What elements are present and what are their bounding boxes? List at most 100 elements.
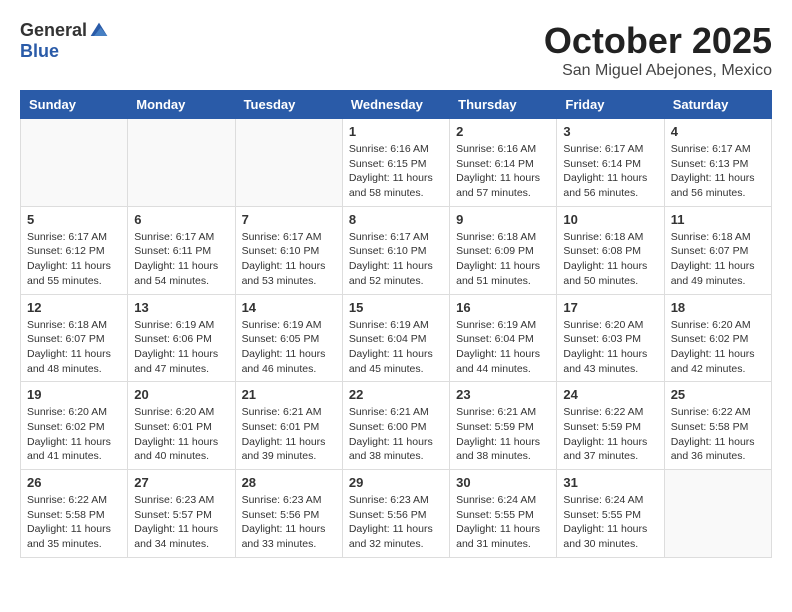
day-info: Sunrise: 6:19 AM Sunset: 6:06 PM Dayligh… [134, 318, 228, 377]
day-info: Sunrise: 6:18 AM Sunset: 6:09 PM Dayligh… [456, 230, 550, 289]
day-number: 24 [563, 387, 657, 402]
calendar-cell: 10 Sunrise: 6:18 AM Sunset: 6:08 PM Dayli… [557, 206, 664, 294]
day-info: Sunrise: 6:21 AM Sunset: 6:00 PM Dayligh… [349, 405, 443, 464]
calendar-cell [21, 119, 128, 207]
week-row-3: 12Sunrise: 6:18 AM Sunset: 6:07 PM Dayli… [21, 294, 772, 382]
calendar-cell: 21 Sunrise: 6:21 AM Sunset: 6:01 PM Dayli… [235, 382, 342, 470]
calendar-cell: 22 Sunrise: 6:21 AM Sunset: 6:00 PM Dayli… [342, 382, 449, 470]
day-info: Sunrise: 6:17 AM Sunset: 6:14 PM Dayligh… [563, 142, 657, 201]
calendar-cell: 5Sunrise: 6:17 AM Sunset: 6:12 PM Daylig… [21, 206, 128, 294]
day-info: Sunrise: 6:20 AM Sunset: 6:02 PM Dayligh… [671, 318, 765, 377]
day-number: 14 [242, 300, 336, 315]
day-info: Sunrise: 6:22 AM Sunset: 5:59 PM Dayligh… [563, 405, 657, 464]
day-info: Sunrise: 6:22 AM Sunset: 5:58 PM Dayligh… [671, 405, 765, 464]
day-info: Sunrise: 6:19 AM Sunset: 6:05 PM Dayligh… [242, 318, 336, 377]
day-number: 18 [671, 300, 765, 315]
day-info: Sunrise: 6:20 AM Sunset: 6:02 PM Dayligh… [27, 405, 121, 464]
logo-blue-text: Blue [20, 41, 59, 62]
day-info: Sunrise: 6:17 AM Sunset: 6:12 PM Dayligh… [27, 230, 121, 289]
day-info: Sunrise: 6:16 AM Sunset: 6:15 PM Dayligh… [349, 142, 443, 201]
day-number: 2 [456, 124, 550, 139]
day-number: 7 [242, 212, 336, 227]
day-info: Sunrise: 6:17 AM Sunset: 6:10 PM Dayligh… [242, 230, 336, 289]
day-number: 10 [563, 212, 657, 227]
calendar-cell: 15 Sunrise: 6:19 AM Sunset: 6:04 PM Dayli… [342, 294, 449, 382]
calendar-cell: 3 Sunrise: 6:17 AM Sunset: 6:14 PM Daylig… [557, 119, 664, 207]
calendar-cell [235, 119, 342, 207]
day-info: Sunrise: 6:16 AM Sunset: 6:14 PM Dayligh… [456, 142, 550, 201]
day-info: Sunrise: 6:23 AM Sunset: 5:56 PM Dayligh… [349, 493, 443, 552]
day-info: Sunrise: 6:20 AM Sunset: 6:03 PM Dayligh… [563, 318, 657, 377]
day-number: 3 [563, 124, 657, 139]
day-number: 15 [349, 300, 443, 315]
calendar-cell: 4Sunrise: 6:17 AM Sunset: 6:13 PM Daylig… [664, 119, 771, 207]
day-number: 17 [563, 300, 657, 315]
day-number: 21 [242, 387, 336, 402]
day-number: 8 [349, 212, 443, 227]
calendar-cell [664, 470, 771, 558]
week-row-5: 26Sunrise: 6:22 AM Sunset: 5:58 PM Dayli… [21, 470, 772, 558]
calendar-header-thursday: Thursday [450, 91, 557, 119]
calendar-cell: 9 Sunrise: 6:18 AM Sunset: 6:09 PM Daylig… [450, 206, 557, 294]
calendar-cell: 12Sunrise: 6:18 AM Sunset: 6:07 PM Dayli… [21, 294, 128, 382]
calendar-cell: 19 Sunrise: 6:20 AM Sunset: 6:02 PM Dayli… [21, 382, 128, 470]
logo-icon [89, 21, 109, 41]
day-number: 28 [242, 475, 336, 490]
month-title: October 2025 [544, 20, 772, 62]
day-info: Sunrise: 6:20 AM Sunset: 6:01 PM Dayligh… [134, 405, 228, 464]
logo: General Blue [20, 20, 109, 62]
day-info: Sunrise: 6:17 AM Sunset: 6:11 PM Dayligh… [134, 230, 228, 289]
day-info: Sunrise: 6:24 AM Sunset: 5:55 PM Dayligh… [563, 493, 657, 552]
calendar-cell [128, 119, 235, 207]
week-row-4: 19 Sunrise: 6:20 AM Sunset: 6:02 PM Dayli… [21, 382, 772, 470]
calendar-cell: 31 Sunrise: 6:24 AM Sunset: 5:55 PM Dayli… [557, 470, 664, 558]
day-number: 30 [456, 475, 550, 490]
calendar-cell: 28 Sunrise: 6:23 AM Sunset: 5:56 PM Dayli… [235, 470, 342, 558]
calendar-header-friday: Friday [557, 91, 664, 119]
day-info: Sunrise: 6:18 AM Sunset: 6:08 PM Dayligh… [563, 230, 657, 289]
calendar-cell: 24 Sunrise: 6:22 AM Sunset: 5:59 PM Dayli… [557, 382, 664, 470]
week-row-1: 1 Sunrise: 6:16 AM Sunset: 6:15 PM Daylig… [21, 119, 772, 207]
day-number: 31 [563, 475, 657, 490]
day-info: Sunrise: 6:22 AM Sunset: 5:58 PM Dayligh… [27, 493, 121, 552]
calendar-cell: 6 Sunrise: 6:17 AM Sunset: 6:11 PM Daylig… [128, 206, 235, 294]
day-number: 20 [134, 387, 228, 402]
calendar-header-sunday: Sunday [21, 91, 128, 119]
calendar-table: SundayMondayTuesdayWednesdayThursdayFrid… [20, 90, 772, 558]
day-info: Sunrise: 6:21 AM Sunset: 5:59 PM Dayligh… [456, 405, 550, 464]
day-number: 4 [671, 124, 765, 139]
day-number: 25 [671, 387, 765, 402]
calendar-cell: 14 Sunrise: 6:19 AM Sunset: 6:05 PM Dayli… [235, 294, 342, 382]
calendar-header-monday: Monday [128, 91, 235, 119]
day-info: Sunrise: 6:21 AM Sunset: 6:01 PM Dayligh… [242, 405, 336, 464]
day-number: 22 [349, 387, 443, 402]
calendar-cell: 2 Sunrise: 6:16 AM Sunset: 6:14 PM Daylig… [450, 119, 557, 207]
day-number: 6 [134, 212, 228, 227]
day-number: 11 [671, 212, 765, 227]
calendar-cell: 23 Sunrise: 6:21 AM Sunset: 5:59 PM Dayli… [450, 382, 557, 470]
week-row-2: 5Sunrise: 6:17 AM Sunset: 6:12 PM Daylig… [21, 206, 772, 294]
day-number: 23 [456, 387, 550, 402]
day-info: Sunrise: 6:19 AM Sunset: 6:04 PM Dayligh… [349, 318, 443, 377]
day-number: 16 [456, 300, 550, 315]
day-info: Sunrise: 6:19 AM Sunset: 6:04 PM Dayligh… [456, 318, 550, 377]
day-number: 19 [27, 387, 121, 402]
calendar-cell: 29Sunrise: 6:23 AM Sunset: 5:56 PM Dayli… [342, 470, 449, 558]
calendar-cell: 16 Sunrise: 6:19 AM Sunset: 6:04 PM Dayli… [450, 294, 557, 382]
day-info: Sunrise: 6:17 AM Sunset: 6:10 PM Dayligh… [349, 230, 443, 289]
calendar-cell: 8 Sunrise: 6:17 AM Sunset: 6:10 PM Daylig… [342, 206, 449, 294]
calendar-cell: 27Sunrise: 6:23 AM Sunset: 5:57 PM Dayli… [128, 470, 235, 558]
calendar-cell: 11 Sunrise: 6:18 AM Sunset: 6:07 PM Dayli… [664, 206, 771, 294]
calendar-header-tuesday: Tuesday [235, 91, 342, 119]
header: General Blue October 2025 San Miguel Abe… [20, 20, 772, 80]
calendar-header-saturday: Saturday [664, 91, 771, 119]
day-info: Sunrise: 6:18 AM Sunset: 6:07 PM Dayligh… [671, 230, 765, 289]
day-number: 9 [456, 212, 550, 227]
calendar-header-row: SundayMondayTuesdayWednesdayThursdayFrid… [21, 91, 772, 119]
calendar-header-wednesday: Wednesday [342, 91, 449, 119]
day-number: 1 [349, 124, 443, 139]
day-info: Sunrise: 6:23 AM Sunset: 5:56 PM Dayligh… [242, 493, 336, 552]
calendar-cell: 1 Sunrise: 6:16 AM Sunset: 6:15 PM Daylig… [342, 119, 449, 207]
day-number: 12 [27, 300, 121, 315]
calendar-cell: 17 Sunrise: 6:20 AM Sunset: 6:03 PM Dayli… [557, 294, 664, 382]
